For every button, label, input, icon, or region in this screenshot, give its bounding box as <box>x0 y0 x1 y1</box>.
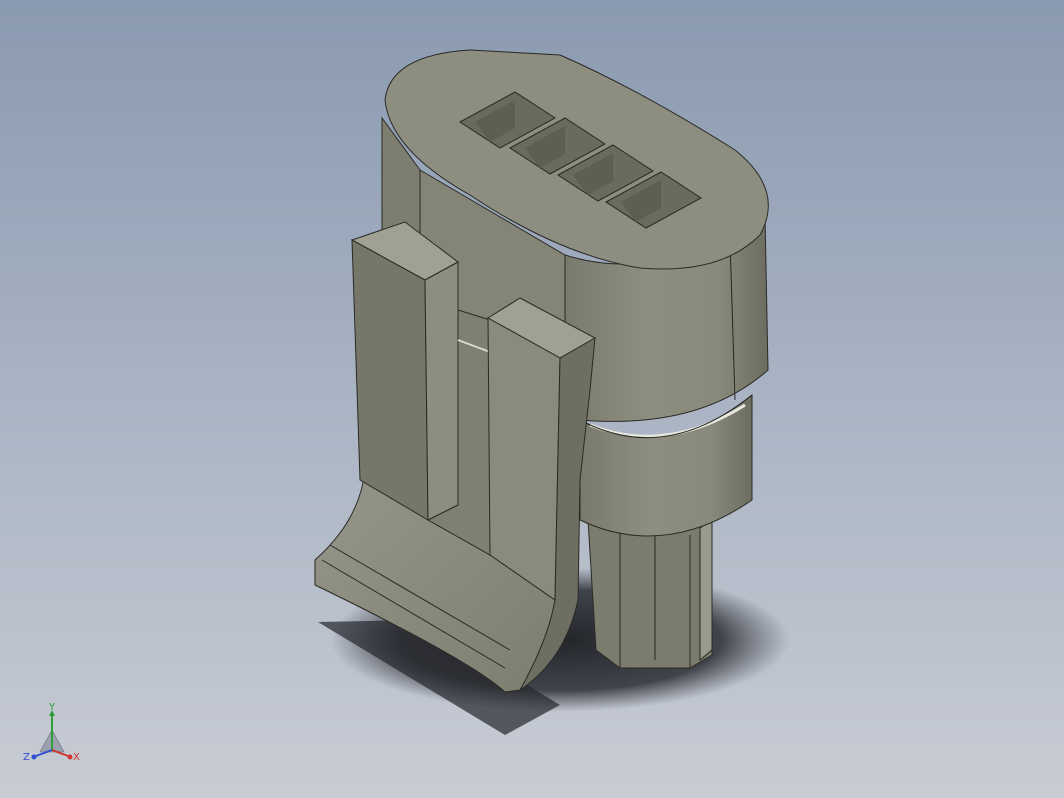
x-axis: X <box>51 749 80 763</box>
rear-terminal-block <box>587 519 713 669</box>
y-axis-label: Y <box>48 702 56 713</box>
graphics-viewport[interactable]: Y X Z <box>0 0 1064 798</box>
x-axis-label: X <box>73 752 80 763</box>
orientation-triad: Y X Z <box>23 702 80 763</box>
z-axis: Z <box>23 749 53 763</box>
connector-model[interactable] <box>0 0 1064 798</box>
z-axis-label: Z <box>23 752 30 763</box>
